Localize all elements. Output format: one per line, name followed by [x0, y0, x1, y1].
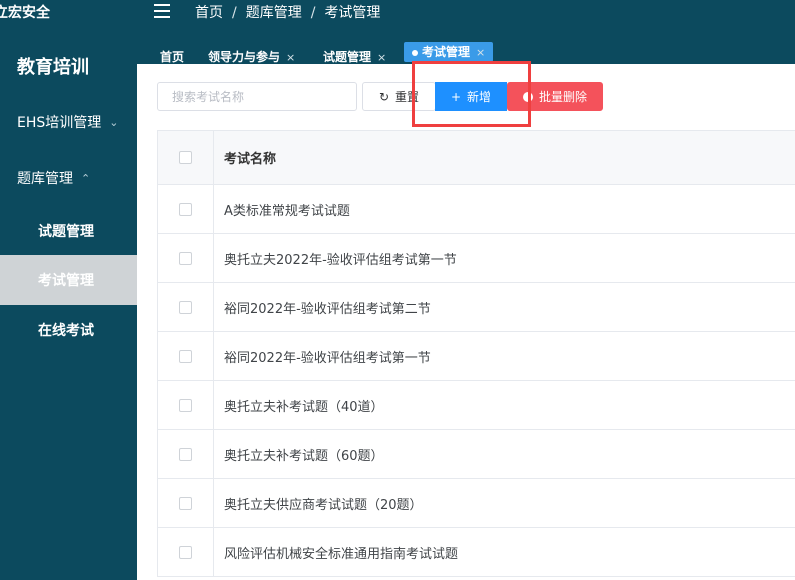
close-icon[interactable]: ×: [476, 46, 485, 59]
table-row: 裕同2022年-验收评估组考试第一节: [158, 332, 795, 381]
main-content: ↻ 重置 + 新增 批量删除 考试名称 A类标准常规考试试题 奥托立夫2022年-验…: [137, 61, 795, 580]
exam-name-cell: 风险评估机械安全标准通用指南考试试题: [224, 546, 459, 562]
row-checkbox[interactable]: [179, 349, 192, 363]
sidebar-item-label: 题库管理: [17, 171, 73, 187]
row-checkbox[interactable]: [179, 300, 192, 314]
sidebar-item-label: 在线考试: [38, 323, 94, 339]
exam-name-cell: A类标准常规考试试题: [224, 203, 350, 219]
table-row: 奥托立夫补考试题（40道）: [158, 381, 795, 430]
sidebar-item-exam-management[interactable]: 考试管理: [0, 255, 137, 305]
tab-label: 考试管理: [422, 45, 471, 59]
app-window: 立宏安全 教育培训 EHS培训管理 ⌄ 题库管理 ⌃ 试题管理 考试管理 在线考…: [0, 0, 795, 580]
exam-name-cell: 裕同2022年-验收评估组考试第一节: [224, 350, 431, 366]
refresh-icon: ↻: [378, 89, 390, 104]
add-label: 新增: [467, 90, 492, 104]
tab-leadership[interactable]: 领导力与参与 ×: [208, 48, 295, 65]
sidebar-item-label: EHS培训管理: [17, 115, 102, 131]
table-row: 奥托立夫补考试题（60题）: [158, 430, 795, 479]
sidebar: 立宏安全 教育培训 EHS培训管理 ⌄ 题库管理 ⌃ 试题管理 考试管理 在线考…: [0, 0, 137, 580]
sidebar-item-question-bank[interactable]: 题库管理 ⌃: [0, 153, 137, 203]
sidebar-item-online-exam[interactable]: 在线考试: [0, 305, 137, 355]
tab-exam-management[interactable]: 考试管理 ×: [404, 42, 494, 62]
table-row: 奥托立夫供应商考试试题（20题）: [158, 479, 795, 528]
breadcrumb-item-question-bank[interactable]: 题库管理: [246, 5, 302, 21]
tab-question-management[interactable]: 试题管理 ×: [323, 48, 386, 65]
breadcrumb-item-home[interactable]: 首页: [195, 5, 223, 21]
chevron-up-icon: ⌃: [81, 171, 91, 185]
sidebar-item-question-management[interactable]: 试题管理: [0, 206, 137, 256]
breadcrumb: 首页 / 题库管理 / 考试管理: [195, 5, 381, 21]
exam-name-cell: 奥托立夫供应商考试试题（20题）: [224, 497, 423, 513]
column-header-exam-name: 考试名称: [224, 152, 277, 167]
batch-delete-label: 批量删除: [538, 90, 587, 104]
row-checkbox[interactable]: [179, 202, 192, 216]
tab-label: 首页: [160, 50, 185, 64]
reset-button[interactable]: ↻ 重置: [362, 82, 436, 111]
add-button[interactable]: + 新增: [435, 82, 507, 111]
exam-table: 考试名称 A类标准常规考试试题 奥托立夫2022年-验收评估组考试第一节 裕同2…: [157, 130, 795, 577]
chevron-down-icon: ⌄: [109, 115, 119, 129]
table-row: 奥托立夫2022年-验收评估组考试第一节: [158, 234, 795, 283]
breadcrumb-item-current: 考试管理: [324, 5, 381, 21]
table-header-row: 考试名称: [158, 131, 795, 185]
table-row: 风险评估机械安全标准通用指南考试试题: [158, 528, 795, 577]
row-checkbox[interactable]: [179, 496, 192, 510]
brand-logo-text: 立宏安全: [0, 5, 50, 21]
module-title: 教育培训: [17, 57, 89, 78]
delete-icon: [522, 91, 533, 102]
exam-name-cell: 裕同2022年-验收评估组考试第二节: [224, 301, 431, 317]
tab-label: 试题管理: [323, 50, 372, 64]
top-header: 首页 / 题库管理 / 考试管理: [137, 0, 795, 42]
plus-icon: +: [450, 89, 462, 104]
menu-toggle-icon[interactable]: [154, 4, 170, 18]
tab-label: 领导力与参与: [208, 50, 281, 64]
exam-name-cell: 奥托立夫补考试题（60题）: [224, 448, 384, 464]
row-checkbox[interactable]: [179, 398, 192, 412]
select-all-checkbox[interactable]: [179, 151, 192, 164]
exam-name-cell: 奥托立夫补考试题（40道）: [224, 399, 384, 415]
active-dot-icon: [412, 49, 418, 56]
search-input[interactable]: [157, 82, 357, 111]
table-row: A类标准常规考试试题: [158, 185, 795, 234]
table-row: 裕同2022年-验收评估组考试第二节: [158, 283, 795, 332]
sidebar-item-label: 考试管理: [38, 273, 94, 289]
row-checkbox[interactable]: [179, 545, 192, 559]
close-icon[interactable]: ×: [377, 51, 386, 64]
row-checkbox[interactable]: [179, 251, 192, 265]
reset-label: 重置: [395, 90, 420, 104]
close-icon[interactable]: ×: [286, 51, 295, 64]
sidebar-item-ehs-training[interactable]: EHS培训管理 ⌄: [0, 97, 137, 147]
batch-delete-button[interactable]: 批量删除: [507, 82, 603, 111]
sidebar-item-label: 试题管理: [38, 224, 94, 240]
tab-home[interactable]: 首页: [160, 48, 184, 65]
row-checkbox[interactable]: [179, 447, 192, 461]
tabs-bar: 首页 领导力与参与 × 试题管理 × 考试管理 ×: [137, 42, 795, 64]
exam-name-cell: 奥托立夫2022年-验收评估组考试第一节: [224, 252, 457, 268]
